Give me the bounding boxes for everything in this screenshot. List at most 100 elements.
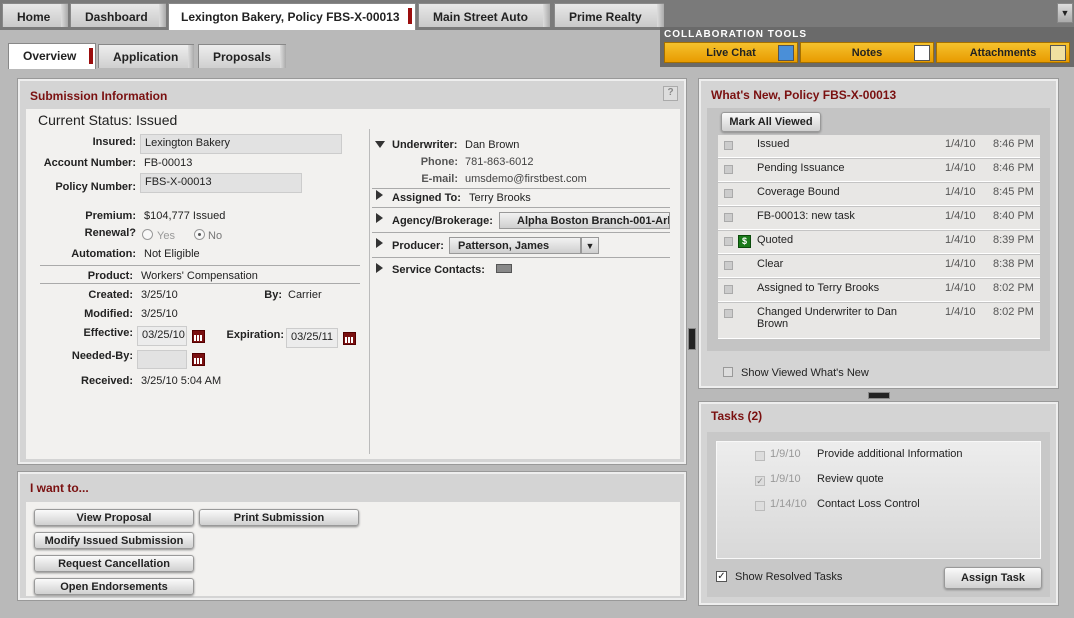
- producer-dropdown[interactable]: Patterson, James: [449, 237, 581, 254]
- task-text[interactable]: Review quote: [817, 473, 884, 485]
- expand-triangle-icon[interactable]: [376, 238, 383, 248]
- help-icon[interactable]: ?: [663, 86, 678, 101]
- show-resolved-checkbox[interactable]: ✓: [716, 571, 727, 582]
- dollar-icon: $: [738, 235, 751, 248]
- note-icon: [914, 45, 930, 61]
- active-tab-marker: [89, 48, 93, 64]
- tab-prime-realty[interactable]: Prime Realty: [554, 3, 664, 27]
- tab-application[interactable]: Application: [98, 44, 194, 68]
- item-checkbox[interactable]: [724, 189, 733, 198]
- item-time: 8:40 PM: [993, 210, 1034, 222]
- phone-value: 781-863-6012: [465, 156, 534, 168]
- open-endorsements-button[interactable]: Open Endorsements: [34, 578, 194, 595]
- expiration-date-input[interactable]: 03/25/11: [286, 328, 338, 348]
- collapse-triangle-icon[interactable]: [375, 141, 385, 148]
- paperclip-icon: [1050, 45, 1066, 61]
- item-time: 8:02 PM: [993, 282, 1034, 294]
- email-value: umsdemo@firstbest.com: [465, 173, 587, 185]
- tab-home[interactable]: Home: [2, 3, 68, 27]
- whats-new-item[interactable]: $ Quoted 1/4/10 8:39 PM: [718, 231, 1040, 254]
- whats-new-item[interactable]: Changed Underwriter to Dan Brown 1/4/10 8:…: [718, 303, 1040, 339]
- splitter-handle[interactable]: [868, 392, 890, 399]
- view-proposal-button[interactable]: View Proposal: [34, 509, 194, 526]
- tab-label: Lexington Bakery, Policy FBS-X-00013: [181, 10, 400, 24]
- tab-label: Home: [17, 10, 51, 24]
- whats-new-item[interactable]: Coverage Bound 1/4/10 8:45 PM: [718, 183, 1040, 206]
- item-checkbox[interactable]: [724, 213, 733, 222]
- task-checkbox[interactable]: [755, 451, 765, 461]
- expand-triangle-icon[interactable]: [376, 213, 383, 223]
- item-checkbox[interactable]: [724, 237, 733, 246]
- contacts-icon[interactable]: [496, 264, 512, 273]
- calendar-icon[interactable]: [343, 332, 356, 345]
- show-resolved-label: Show Resolved Tasks: [735, 571, 843, 583]
- calendar-icon[interactable]: [192, 330, 205, 343]
- item-checkbox[interactable]: [724, 165, 733, 174]
- needed-by-input[interactable]: [137, 350, 187, 369]
- chevron-down-icon[interactable]: ▼: [581, 237, 599, 254]
- whats-new-item[interactable]: Clear 1/4/10 8:38 PM: [718, 255, 1040, 278]
- notes-button[interactable]: Notes: [800, 42, 934, 63]
- renewal-no-radio[interactable]: [194, 229, 205, 240]
- chevron-down-icon: ▼: [1060, 8, 1070, 18]
- task-checkbox[interactable]: [755, 501, 765, 511]
- effective-label: Effective:: [83, 327, 133, 339]
- tab-main-street-auto[interactable]: Main Street Auto: [418, 3, 550, 27]
- tabs-dropdown-button[interactable]: ▼: [1057, 3, 1073, 23]
- item-checkbox[interactable]: [724, 141, 733, 150]
- mark-all-viewed-button[interactable]: Mark All Viewed: [721, 112, 821, 132]
- panel-title: Tasks (2): [711, 409, 763, 423]
- active-tab-marker: [408, 8, 412, 24]
- item-checkbox[interactable]: [724, 309, 733, 318]
- renewal-yes-radio[interactable]: [142, 229, 153, 240]
- print-submission-button[interactable]: Print Submission: [199, 509, 359, 526]
- task-checkbox[interactable]: ✓: [755, 476, 765, 486]
- whats-new-item[interactable]: Pending Issuance 1/4/10 8:46 PM: [718, 159, 1040, 182]
- divider: [372, 188, 670, 189]
- whats-new-item[interactable]: Assigned to Terry Brooks 1/4/10 8:02 PM: [718, 279, 1040, 302]
- tab-overview[interactable]: Overview: [8, 43, 96, 69]
- show-viewed-checkbox[interactable]: [723, 367, 733, 377]
- item-checkbox[interactable]: [724, 261, 733, 270]
- whats-new-item[interactable]: Issued 1/4/10 8:46 PM: [718, 135, 1040, 158]
- attachments-label: Attachments: [969, 47, 1037, 59]
- effective-date-input[interactable]: 03/25/10: [137, 326, 187, 346]
- assign-task-button[interactable]: Assign Task: [944, 567, 1042, 589]
- product-value: Workers' Compensation: [141, 270, 258, 282]
- tab-proposals[interactable]: Proposals: [198, 44, 286, 68]
- agency-dropdown[interactable]: Alpha Boston Branch-001-Arl: [499, 212, 670, 229]
- item-checkbox[interactable]: [724, 285, 733, 294]
- expand-triangle-icon[interactable]: [376, 263, 383, 273]
- item-date: 1/4/10: [945, 234, 976, 246]
- modified-value: 3/25/10: [141, 308, 178, 320]
- tab-label: Overview: [23, 49, 77, 63]
- divider: [372, 257, 670, 258]
- expand-triangle-icon[interactable]: [376, 190, 383, 200]
- calendar-icon[interactable]: [192, 353, 205, 366]
- insured-field: Lexington Bakery: [140, 134, 342, 154]
- item-date: 1/4/10: [945, 138, 976, 150]
- item-time: 8:45 PM: [993, 186, 1034, 198]
- attachments-button[interactable]: Attachments: [936, 42, 1070, 63]
- tab-label: Application: [113, 50, 179, 64]
- assigned-label: Assigned To:: [392, 192, 461, 204]
- modify-issued-submission-button[interactable]: Modify Issued Submission: [34, 532, 194, 549]
- request-cancellation-button[interactable]: Request Cancellation: [34, 555, 194, 572]
- item-time: 8:38 PM: [993, 258, 1034, 270]
- whats-new-item[interactable]: FB-00013: new task 1/4/10 8:40 PM: [718, 207, 1040, 230]
- task-text[interactable]: Contact Loss Control: [817, 498, 920, 510]
- tab-dashboard[interactable]: Dashboard: [70, 3, 166, 27]
- task-text[interactable]: Provide additional Information: [817, 448, 963, 460]
- live-chat-button[interactable]: Live Chat: [664, 42, 798, 63]
- by-value: Carrier: [288, 289, 322, 301]
- actions-body: View Proposal Print Submission Modify Is…: [26, 502, 680, 596]
- premium-label: Premium:: [85, 210, 136, 222]
- splitter-handle[interactable]: [688, 328, 696, 350]
- tab-label: Proposals: [213, 50, 272, 64]
- tab-lexington-bakery[interactable]: Lexington Bakery, Policy FBS-X-00013: [168, 3, 416, 30]
- premium-value: $104,777 Issued: [144, 210, 226, 222]
- item-date: 1/4/10: [945, 186, 976, 198]
- divider: [372, 207, 670, 208]
- tab-separator: [657, 4, 664, 27]
- item-date: 1/4/10: [945, 282, 976, 294]
